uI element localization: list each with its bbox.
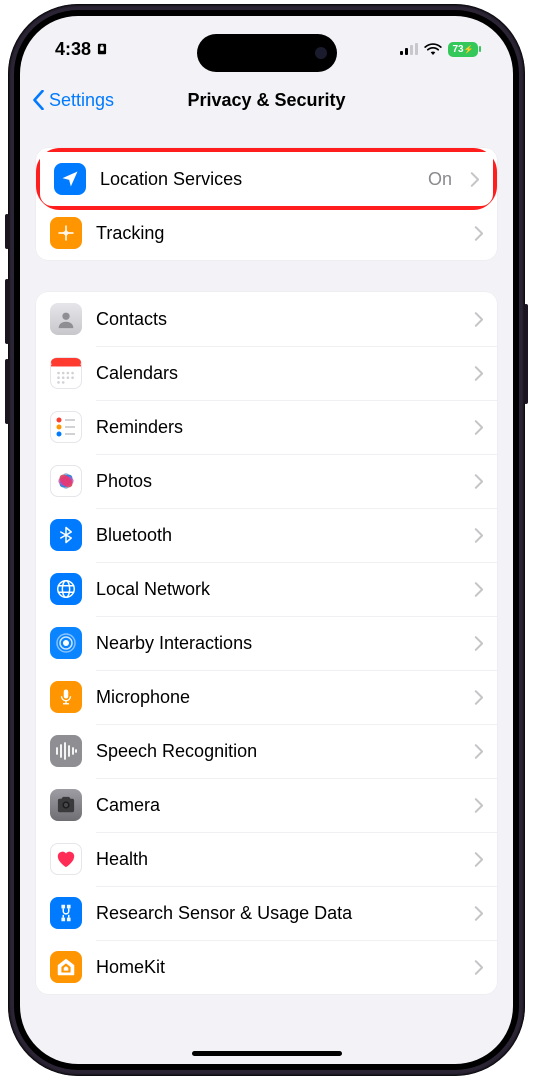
back-label: Settings	[49, 90, 114, 111]
row-label: Nearby Interactions	[96, 633, 460, 654]
location-icon	[54, 163, 86, 195]
row-label: Camera	[96, 795, 460, 816]
back-button[interactable]: Settings	[32, 90, 114, 111]
chevron-right-icon	[474, 528, 483, 543]
row-label: Photos	[96, 471, 460, 492]
settings-row-calendars[interactable]: Calendars	[36, 346, 497, 400]
contacts-icon	[50, 303, 82, 335]
photos-icon	[50, 465, 82, 497]
chevron-right-icon	[470, 172, 479, 187]
localnetwork-icon	[50, 573, 82, 605]
chevron-right-icon	[474, 798, 483, 813]
row-label: Location Services	[100, 169, 414, 190]
reminders-icon	[50, 411, 82, 443]
speech-icon	[50, 735, 82, 767]
row-label: Calendars	[96, 363, 460, 384]
chevron-right-icon	[474, 474, 483, 489]
cell-signal-icon	[400, 43, 418, 55]
settings-row-tracking[interactable]: Tracking	[36, 206, 497, 260]
row-label: Health	[96, 849, 460, 870]
battery-icon: 73⚡	[448, 42, 478, 57]
row-label: Speech Recognition	[96, 741, 460, 762]
row-label: Reminders	[96, 417, 460, 438]
chevron-left-icon	[32, 90, 45, 110]
chevron-right-icon	[474, 636, 483, 651]
research-icon	[50, 897, 82, 929]
screen: 4:38	[20, 16, 513, 1064]
chevron-right-icon	[474, 906, 483, 921]
health-icon	[50, 843, 82, 875]
settings-row-bluetooth[interactable]: Bluetooth	[36, 508, 497, 562]
settings-row-localnetwork[interactable]: Local Network	[36, 562, 497, 616]
volume-down	[5, 359, 9, 424]
tracking-icon	[50, 217, 82, 249]
row-label: Local Network	[96, 579, 460, 600]
chevron-right-icon	[474, 744, 483, 759]
chevron-right-icon	[474, 366, 483, 381]
power-button	[524, 304, 528, 404]
row-label: Microphone	[96, 687, 460, 708]
row-value: On	[428, 169, 452, 190]
volume-up	[5, 279, 9, 344]
settings-row-photos[interactable]: Photos	[36, 454, 497, 508]
chevron-right-icon	[474, 420, 483, 435]
mute-switch	[5, 214, 9, 249]
row-label: Bluetooth	[96, 525, 460, 546]
content-scroll[interactable]: Location Services On Tracking Contacts Calen…	[20, 124, 513, 1064]
camera-icon	[50, 789, 82, 821]
highlight-ring: Location Services On	[36, 148, 497, 210]
microphone-icon	[50, 681, 82, 713]
chevron-right-icon	[474, 582, 483, 597]
nav-bar: Settings Privacy & Security	[20, 76, 513, 124]
settings-row-microphone[interactable]: Microphone	[36, 670, 497, 724]
row-label: Contacts	[96, 309, 460, 330]
row-label: Research Sensor & Usage Data	[96, 903, 460, 924]
settings-row-nearby[interactable]: Nearby Interactions	[36, 616, 497, 670]
settings-row-health[interactable]: Health	[36, 832, 497, 886]
settings-row-location[interactable]: Location Services On	[40, 152, 493, 206]
chevron-right-icon	[474, 226, 483, 241]
settings-row-contacts[interactable]: Contacts	[36, 292, 497, 346]
dynamic-island	[197, 34, 337, 72]
chevron-right-icon	[474, 690, 483, 705]
row-label: HomeKit	[96, 957, 460, 978]
nearby-icon	[50, 627, 82, 659]
settings-row-homekit[interactable]: HomeKit	[36, 940, 497, 994]
status-time: 4:38	[55, 39, 91, 60]
row-label: Tracking	[96, 223, 460, 244]
chevron-right-icon	[474, 852, 483, 867]
settings-group: Contacts Calendars Reminders Photos Bluetoo…	[36, 292, 497, 994]
settings-group: Location Services On Tracking	[36, 148, 497, 260]
home-indicator[interactable]	[192, 1051, 342, 1056]
settings-row-camera[interactable]: Camera	[36, 778, 497, 832]
settings-row-speech[interactable]: Speech Recognition	[36, 724, 497, 778]
settings-row-reminders[interactable]: Reminders	[36, 400, 497, 454]
calendars-icon	[50, 357, 82, 389]
homekit-icon	[50, 951, 82, 983]
portrait-lock-icon	[95, 42, 109, 56]
wifi-icon	[424, 42, 442, 56]
bluetooth-icon	[50, 519, 82, 551]
settings-row-research[interactable]: Research Sensor & Usage Data	[36, 886, 497, 940]
phone-frame: 4:38	[8, 4, 525, 1076]
chevron-right-icon	[474, 312, 483, 327]
chevron-right-icon	[474, 960, 483, 975]
